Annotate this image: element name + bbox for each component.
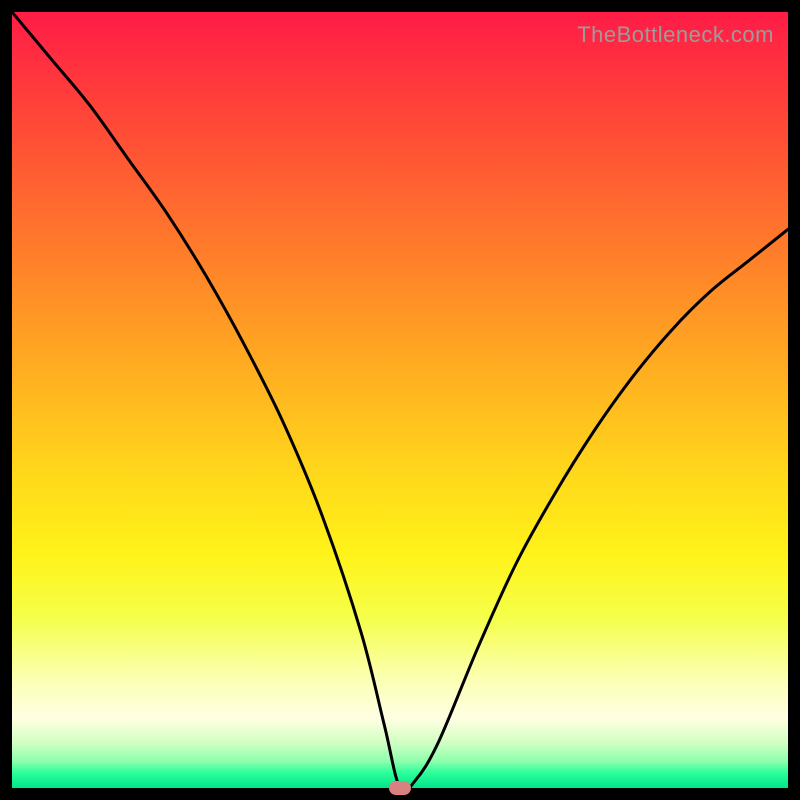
plot-area: TheBottleneck.com: [12, 12, 788, 788]
curve-path: [12, 12, 788, 788]
bottleneck-curve: [12, 12, 788, 788]
chart-container: TheBottleneck.com: [0, 0, 800, 800]
optimal-point-marker: [389, 781, 411, 795]
